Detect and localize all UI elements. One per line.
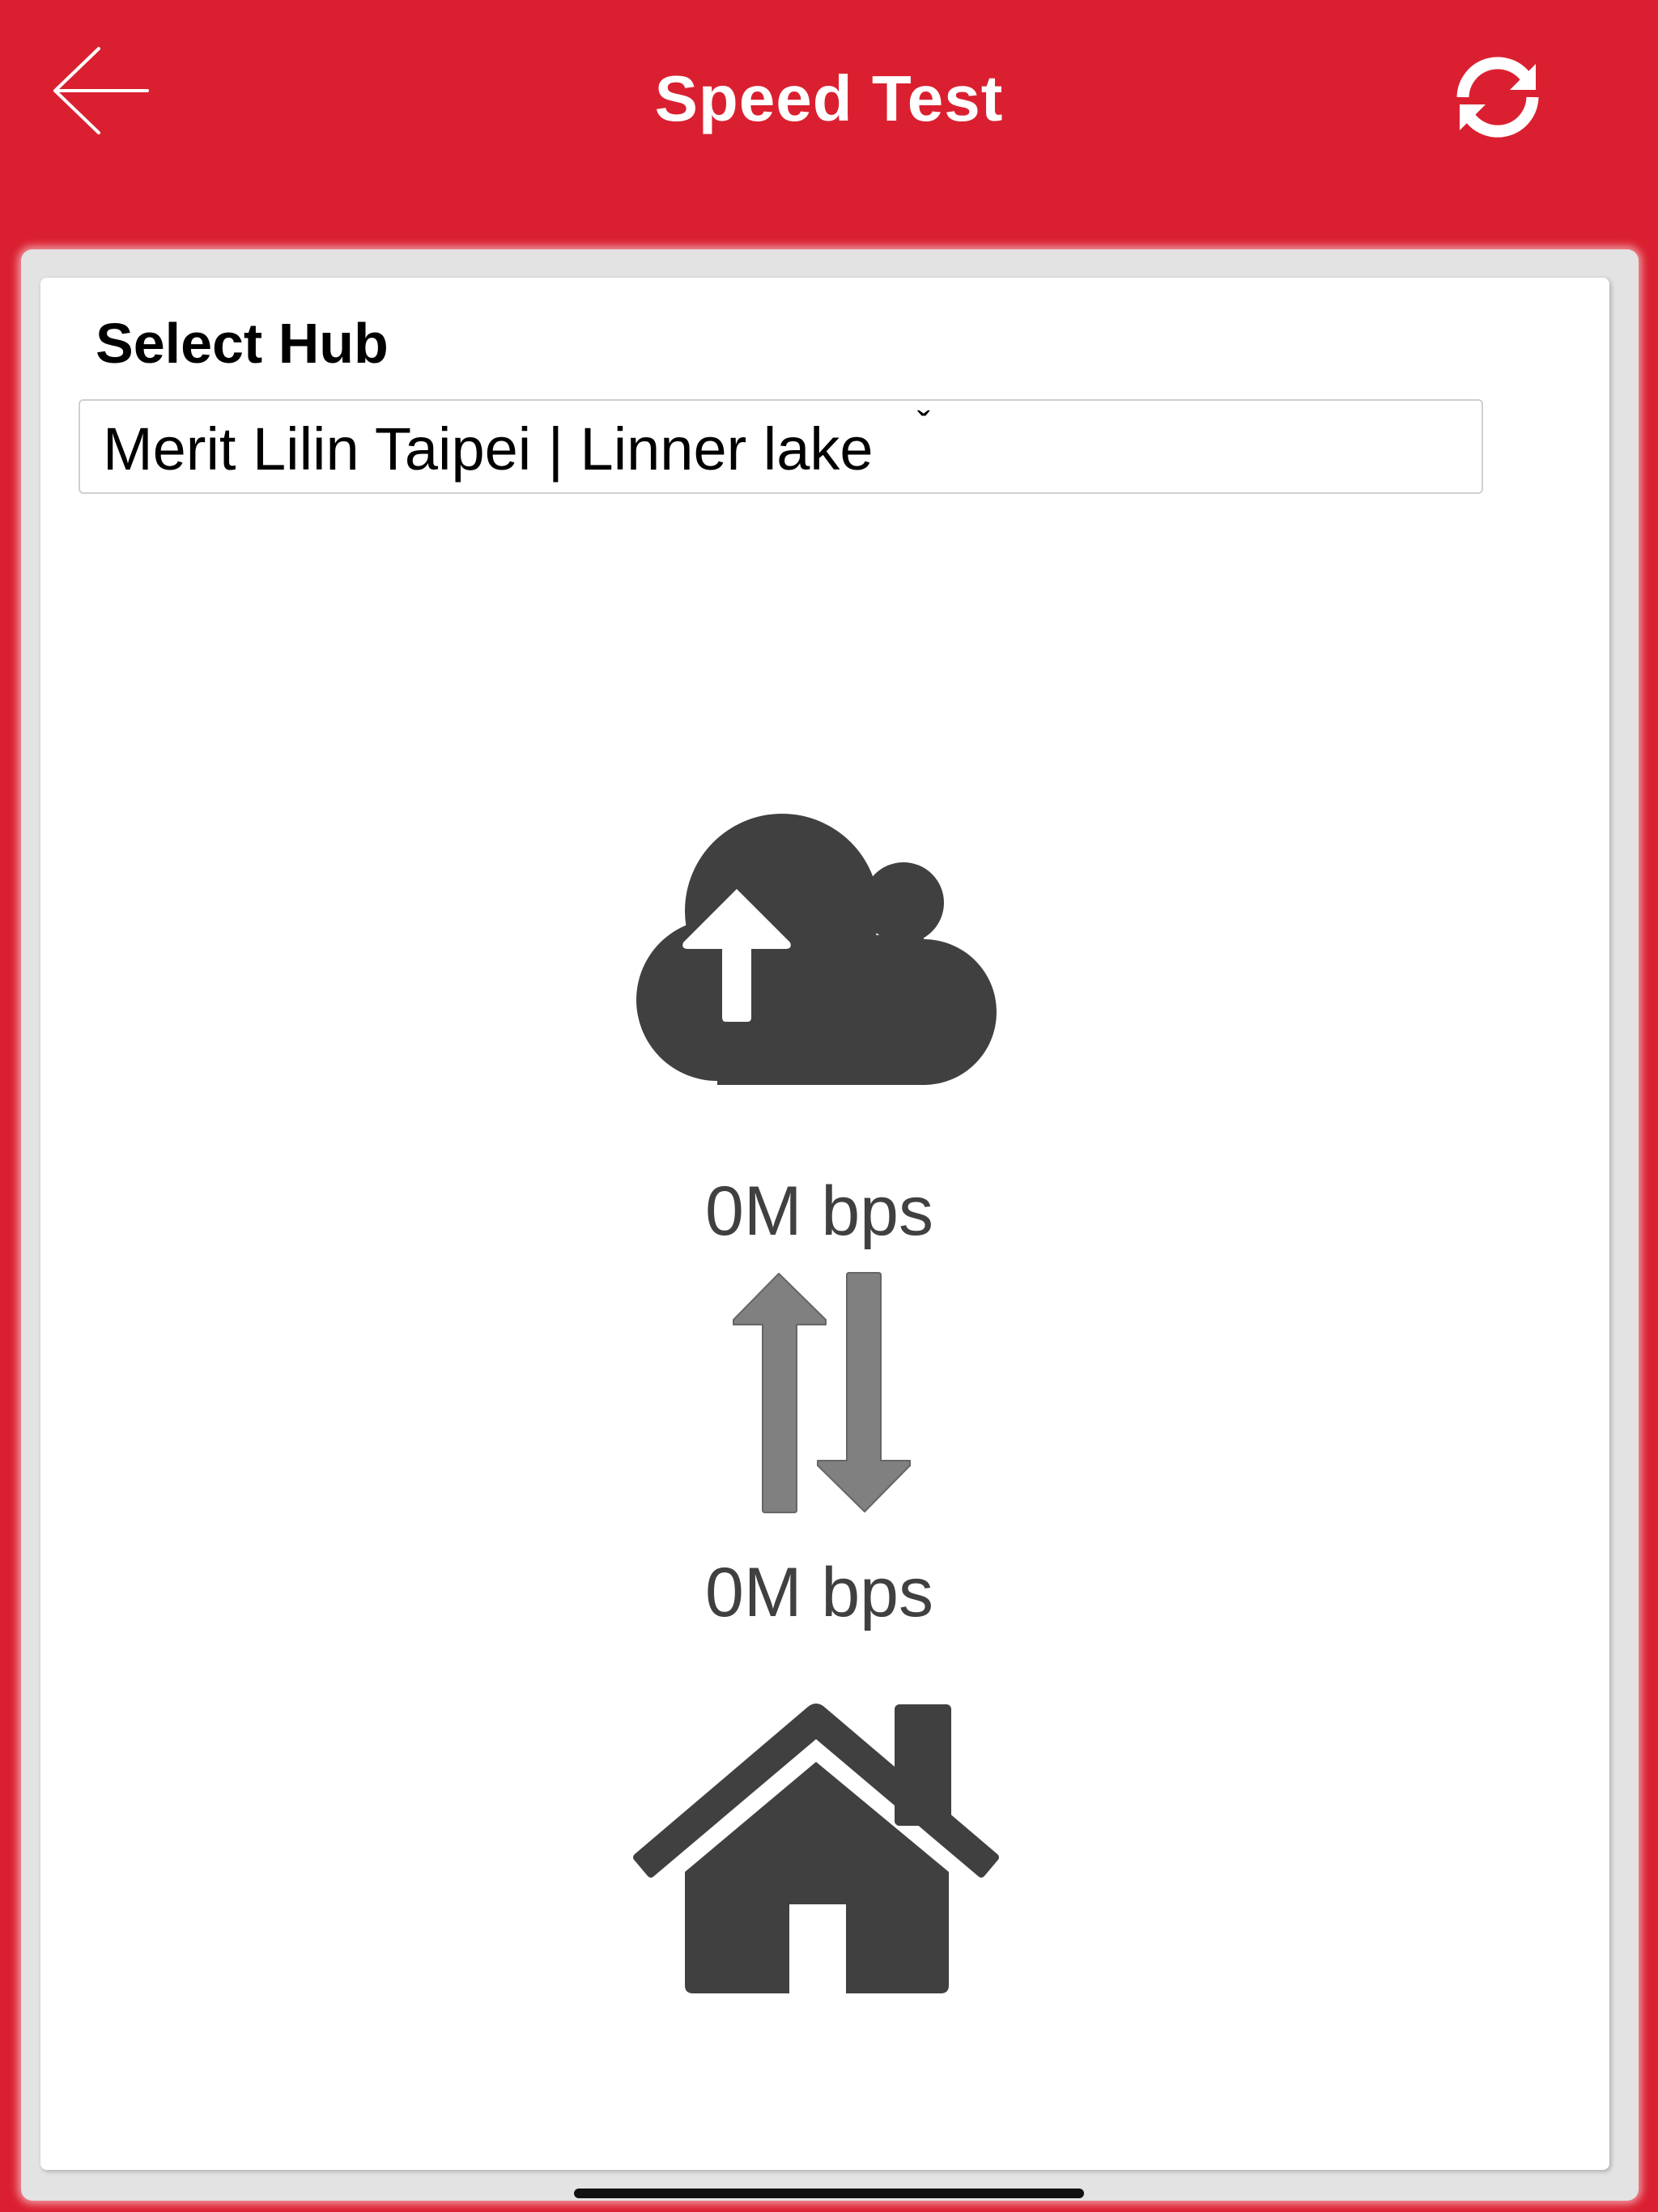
page-title: Speed Test	[654, 62, 1004, 134]
home-icon	[633, 1704, 999, 1993]
home-indicator-bar	[574, 2189, 1084, 2198]
upload-speed-value: 0M bps	[704, 1172, 934, 1250]
dropdown-caret-icon: ˇ	[917, 405, 930, 448]
select-hub-label: Select Hub	[96, 312, 389, 375]
up-down-arrows-icon	[733, 1272, 911, 1513]
app-header: Speed Test	[0, 0, 1658, 243]
download-speed-value: 0M bps	[704, 1554, 934, 1631]
hub-select-dropdown[interactable]: Merit Lilin Taipei | Linner lake ˇ	[79, 399, 1483, 494]
refresh-icon[interactable]	[1453, 53, 1542, 142]
cloud-upload-icon	[636, 814, 997, 1085]
hub-select-value: Merit Lilin Taipei | Linner lake	[103, 415, 874, 483]
